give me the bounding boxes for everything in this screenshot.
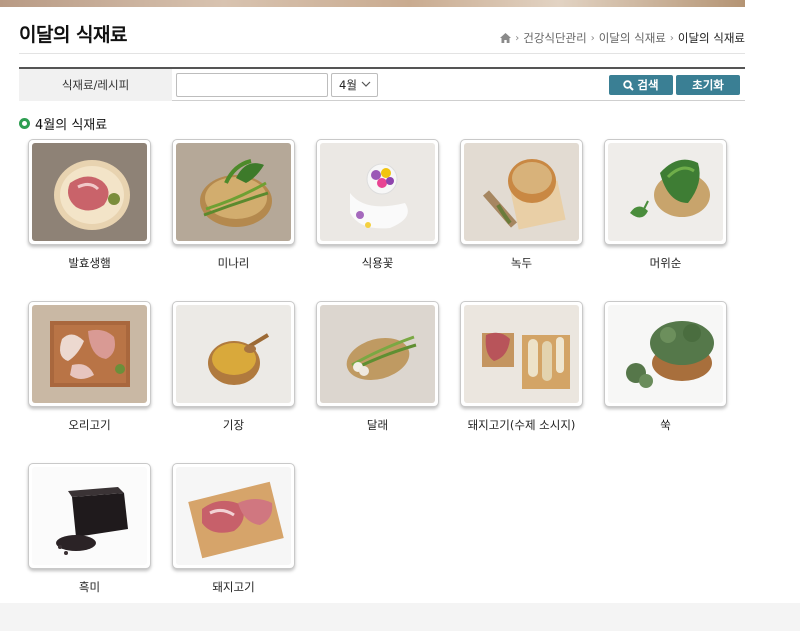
ingredient-name[interactable]: 쑥: [604, 417, 727, 433]
ingredient-photo[interactable]: [28, 463, 151, 569]
ingredient-name[interactable]: 머위순: [604, 255, 727, 271]
breadcrumb-item[interactable]: 건강식단관리: [523, 30, 586, 46]
ingredient-card[interactable]: 돼지고기(수제 소시지): [460, 301, 583, 441]
ingredient-card[interactable]: 머위순: [604, 139, 727, 279]
ingredient-photo[interactable]: [172, 139, 295, 245]
ingredient-photo[interactable]: [316, 139, 439, 245]
chevron-right-icon: ›: [669, 32, 674, 44]
ingredient-card[interactable]: 기장: [172, 301, 295, 441]
search-icon: [623, 79, 635, 91]
ingredient-name[interactable]: 달래: [316, 417, 439, 433]
ingredient-photo[interactable]: [28, 301, 151, 407]
month-select[interactable]: 4월: [331, 73, 378, 97]
ingredient-photo[interactable]: [172, 463, 295, 569]
ingredient-card[interactable]: 미나리: [172, 139, 295, 279]
ingredient-name[interactable]: 식용꽃: [316, 255, 439, 271]
ingredient-name[interactable]: 오리고기: [28, 417, 151, 433]
ingredient-card[interactable]: 식용꽃: [316, 139, 439, 279]
page-title: 이달의 식재료: [19, 24, 128, 46]
search-input[interactable]: [176, 73, 328, 97]
breadcrumb: › 건강식단관리 › 이달의 식재료 › 이달의 식재료: [500, 30, 745, 46]
ingredient-card[interactable]: 녹두: [460, 139, 583, 279]
ingredient-photo[interactable]: [316, 301, 439, 407]
ingredient-photo[interactable]: [604, 139, 727, 245]
search-button-label: 검색: [637, 78, 659, 92]
top-banner-image: [0, 0, 745, 7]
ingredient-photo[interactable]: [28, 139, 151, 245]
breadcrumb-item[interactable]: 이달의 식재료: [599, 30, 666, 46]
ingredient-name[interactable]: 미나리: [172, 255, 295, 271]
ingredient-photo[interactable]: [604, 301, 727, 407]
reset-button[interactable]: 초기화: [676, 75, 740, 95]
ingredient-photo[interactable]: [172, 301, 295, 407]
search-label: 식재료/레시피: [19, 69, 172, 101]
breadcrumb-current: 이달의 식재료: [677, 31, 745, 45]
section-title-text: 4월의 식재료: [35, 118, 108, 133]
chevron-right-icon: ›: [515, 32, 520, 44]
home-icon[interactable]: [500, 33, 512, 43]
search-bar: 식재료/레시피 4월 검색 초기화: [19, 67, 745, 101]
ingredient-card[interactable]: 돼지고기: [172, 463, 295, 603]
month-select-value: 4월: [339, 78, 357, 92]
ingredient-name[interactable]: 돼지고기: [172, 579, 295, 595]
ingredient-name[interactable]: 발효생햄: [28, 255, 151, 271]
ingredient-card[interactable]: 쑥: [604, 301, 727, 441]
chevron-down-icon: [361, 81, 371, 87]
footer-area: [0, 603, 800, 631]
chevron-right-icon: ›: [590, 32, 595, 44]
ingredient-photo[interactable]: [460, 139, 583, 245]
ingredient-card[interactable]: 발효생햄: [28, 139, 151, 279]
ingredient-photo[interactable]: [460, 301, 583, 407]
section-title: 4월의 식재료: [19, 114, 107, 133]
ingredient-name[interactable]: 돼지고기(수제 소시지): [460, 417, 583, 433]
ingredient-name[interactable]: 흑미: [28, 579, 151, 595]
ingredient-card[interactable]: 오리고기: [28, 301, 151, 441]
ingredient-card[interactable]: 달래: [316, 301, 439, 441]
ingredient-name[interactable]: 녹두: [460, 255, 583, 271]
reset-button-label: 초기화: [692, 78, 724, 92]
bullet-icon: [19, 118, 30, 129]
ingredient-name[interactable]: 기장: [172, 417, 295, 433]
ingredient-card[interactable]: 흑미: [28, 463, 151, 603]
title-divider: [19, 53, 745, 54]
search-button[interactable]: 검색: [609, 75, 673, 95]
